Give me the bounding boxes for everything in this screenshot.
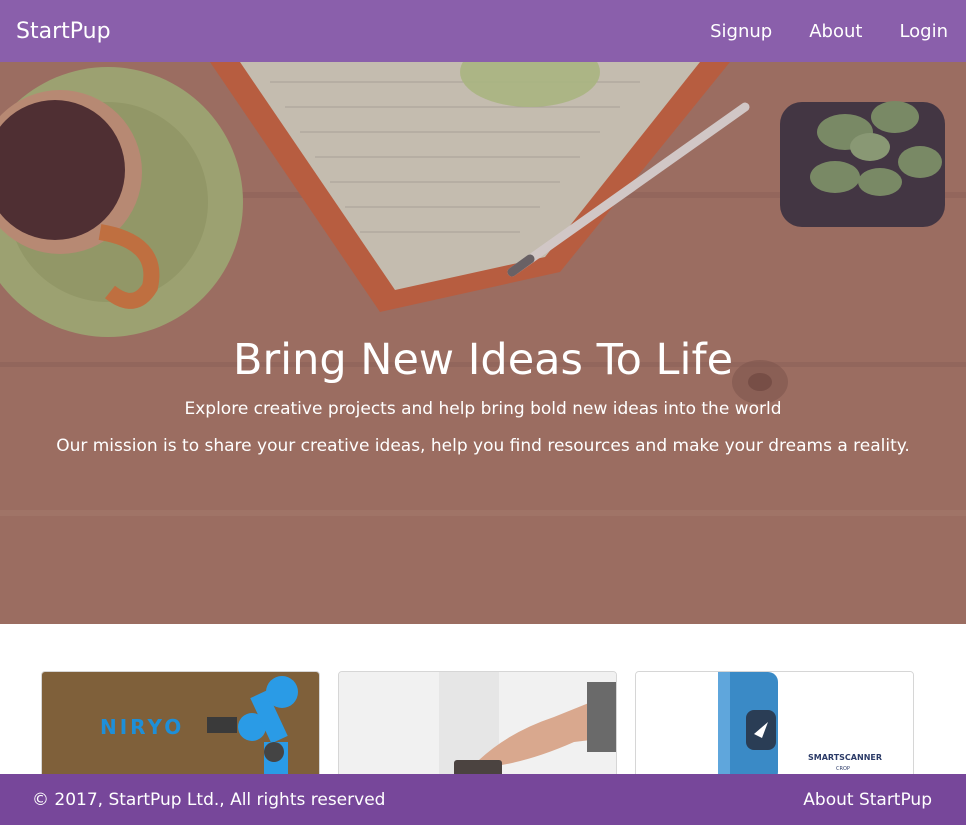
navbar: StartPup Signup About Login [0,0,966,62]
project-card-robot-arm[interactable]: NIRYO [41,671,320,783]
smartscanner-image: SMARTSCANNER CROP [636,672,913,782]
nav-signup-link[interactable]: Signup [710,21,772,42]
project-card-button-device[interactable] [338,671,617,783]
nav-login-link[interactable]: Login [899,21,948,42]
hero-banner: Bring New Ideas To Life Explore creative… [0,62,966,624]
smartscanner-label: SMARTSCANNER [808,753,882,762]
niryo-logo: NIRYO [100,715,184,739]
nav-about-link[interactable]: About [809,21,862,42]
nav-links: Signup About Login [710,21,948,42]
hero-subtitle: Explore creative projects and help bring… [184,399,782,419]
footer: © 2017, StartPup Ltd., All rights reserv… [0,774,966,825]
project-card-smartscanner[interactable]: SMARTSCANNER CROP [635,671,914,783]
brand-logo[interactable]: StartPup [16,19,111,44]
hero-title: Bring New Ideas To Life [232,335,734,385]
hand-button-image [339,672,616,782]
project-cards: NIRYO SMARTSCANNER CROP [41,671,915,783]
footer-copyright: © 2017, StartPup Ltd., All rights reserv… [32,789,386,810]
hero-mission: Our mission is to share your creative id… [56,436,910,456]
footer-about-link[interactable]: About StartPup [803,790,932,810]
robot-arm-image: NIRYO [42,672,319,782]
smartscanner-sublabel: CROP [836,766,850,772]
